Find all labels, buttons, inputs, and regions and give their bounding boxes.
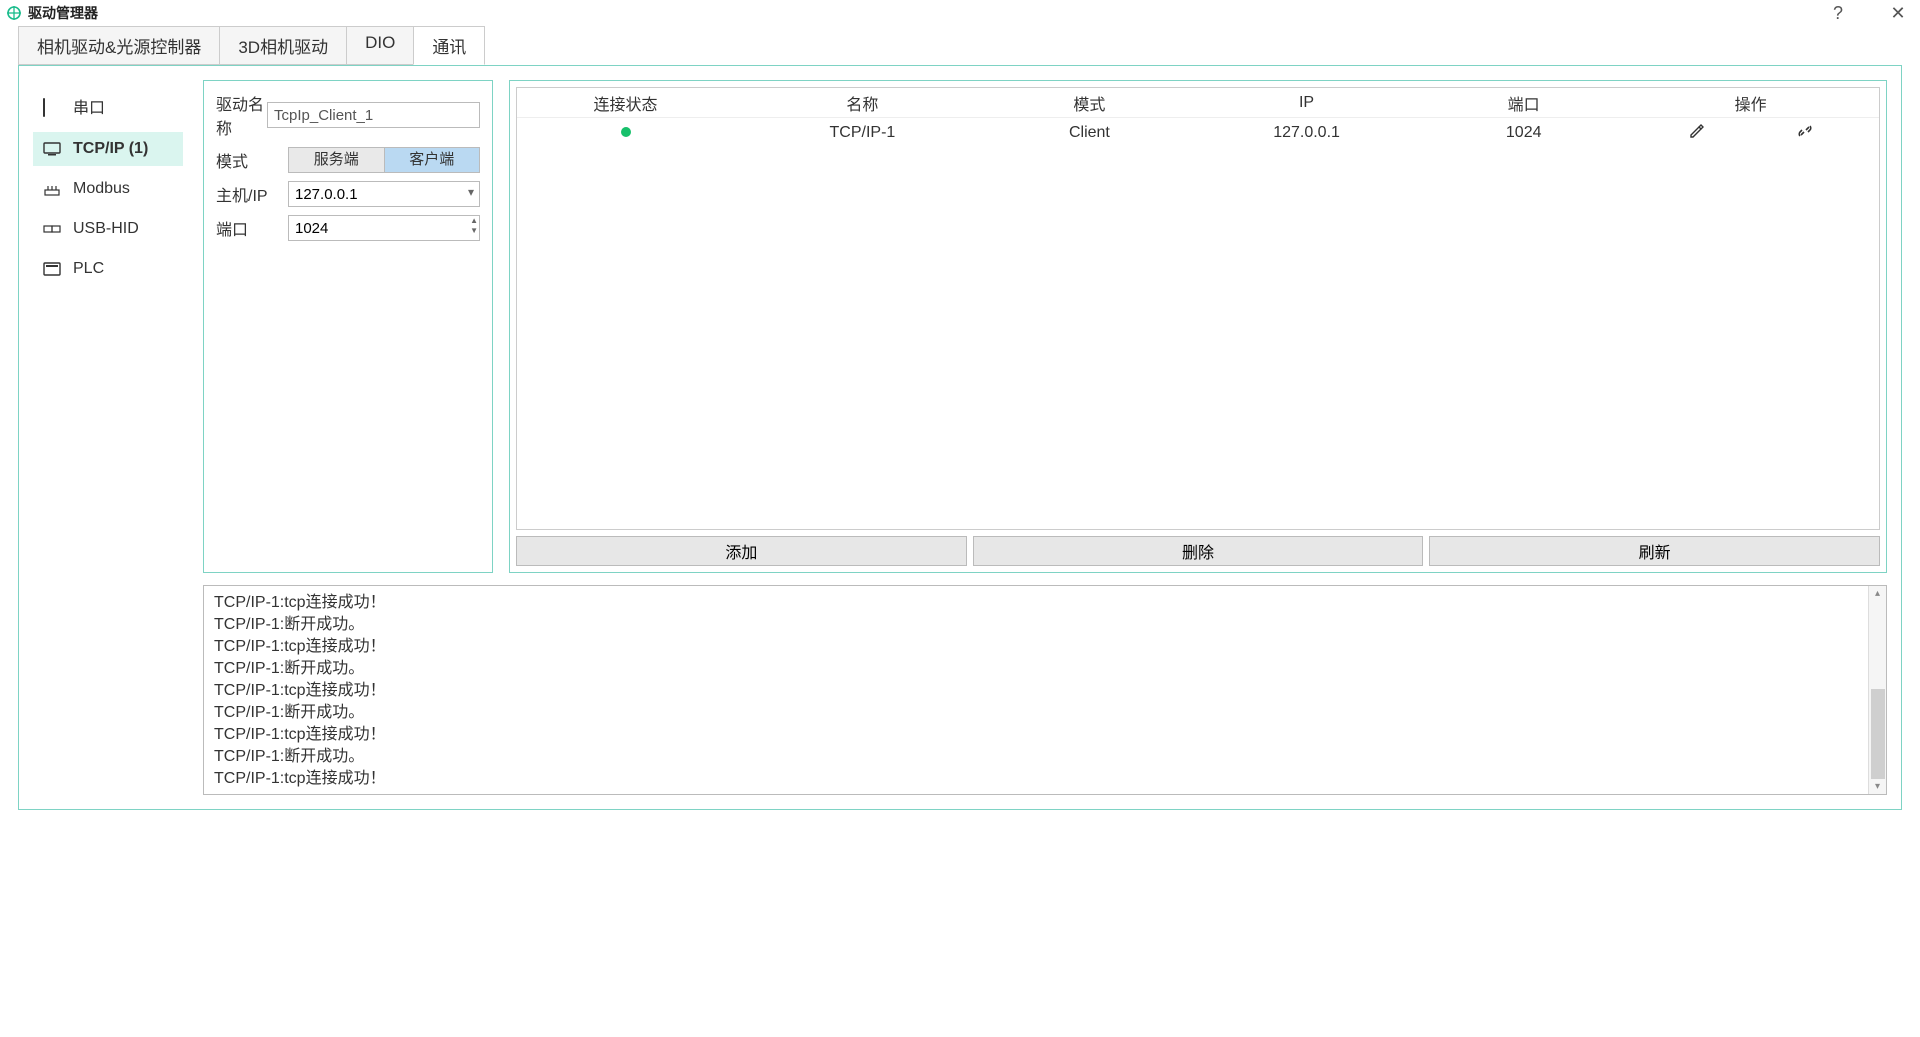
col-port: 端口 [1425,91,1622,115]
tab-communication[interactable]: 通讯 [413,26,485,65]
col-status: 连接状态 [517,91,734,115]
log-panel: TCP/IP-1:tcp连接成功！ TCP/IP-1:断开成功。 TCP/IP-… [203,585,1887,795]
window-title: 驱动管理器 [28,3,98,23]
table-header: 连接状态 名称 模式 IP 端口 操作 [517,88,1879,118]
close-button[interactable]: ✕ [1886,3,1910,24]
cell-mode: Client [991,124,1188,142]
cell-ops [1622,122,1879,145]
status-dot-icon [621,127,631,137]
mode-client-button[interactable]: 客户端 [384,148,480,172]
log-line: TCP/IP-1:tcp连接成功！ [214,768,1858,790]
scroll-up-icon[interactable]: ▴ [1875,588,1880,599]
log-line: TCP/IP-1:tcp连接成功！ [214,592,1858,614]
sidebar-item-label: TCP/IP (1) [73,140,148,158]
app-icon [6,5,22,21]
connections-table: 连接状态 名称 模式 IP 端口 操作 TCP/IP-1 Client 127.… [516,87,1880,530]
driver-form-panel: 驱动名称 模式 服务端 客户端 主机/IP ▾ [203,80,493,573]
add-button[interactable]: 添加 [516,536,967,566]
col-mode: 模式 [991,91,1188,115]
usb-icon [43,222,61,236]
sidebar-item-label: Modbus [73,180,130,198]
cell-port: 1024 [1425,124,1622,142]
protocol-sidebar: 串口 TCP/IP (1) Modbus USB-HID PLC [33,80,183,795]
chevron-down-icon[interactable]: ▾ [468,185,474,199]
mode-server-button[interactable]: 服务端 [289,148,384,172]
tab-camera-light[interactable]: 相机驱动&光源控制器 [18,26,220,65]
host-label: 主机/IP [216,182,288,206]
spin-down-icon[interactable]: ▼ [470,226,478,236]
help-button[interactable]: ? [1826,3,1850,24]
sidebar-item-serial[interactable]: 串口 [33,86,183,126]
sidebar-item-label: 串口 [73,94,105,118]
mode-label: 模式 [216,148,288,172]
log-line: TCP/IP-1:tcp连接成功！ [214,680,1858,702]
serial-icon [43,99,61,113]
driver-name-label: 驱动名称 [216,91,267,139]
log-line: TCP/IP-1:断开成功。 [214,746,1858,768]
modbus-icon [43,182,61,196]
port-input[interactable] [288,215,480,241]
scroll-down-icon[interactable]: ▾ [1875,781,1880,792]
connections-panel: 连接状态 名称 模式 IP 端口 操作 TCP/IP-1 Client 127.… [509,80,1887,573]
log-scrollbar[interactable]: ▴ ▾ [1868,586,1886,794]
spin-up-icon[interactable]: ▲ [470,216,478,226]
col-ip: IP [1188,94,1425,112]
scroll-thumb[interactable] [1871,689,1885,779]
sidebar-item-label: PLC [73,260,104,278]
mode-toggle: 服务端 客户端 [288,147,480,173]
edit-icon[interactable] [1688,122,1706,145]
host-combo[interactable]: ▾ [288,181,480,207]
tab-3d-camera[interactable]: 3D相机驱动 [219,26,347,65]
cell-name: TCP/IP-1 [734,124,991,142]
driver-name-input[interactable] [267,102,480,128]
sidebar-item-modbus[interactable]: Modbus [33,172,183,206]
cell-status [517,124,734,142]
tcpip-icon [43,142,61,156]
port-label: 端口 [216,216,288,240]
sidebar-item-tcpip[interactable]: TCP/IP (1) [33,132,183,166]
log-line: TCP/IP-1:断开成功。 [214,658,1858,680]
plc-icon [43,262,61,276]
sidebar-item-usbhid[interactable]: USB-HID [33,212,183,246]
cell-ip: 127.0.0.1 [1188,124,1425,142]
refresh-button[interactable]: 刷新 [1429,536,1880,566]
tab-dio[interactable]: DIO [346,26,414,65]
log-line: TCP/IP-1:断开成功。 [214,614,1858,636]
col-name: 名称 [734,91,991,115]
table-row[interactable]: TCP/IP-1 Client 127.0.0.1 1024 [517,118,1879,148]
sidebar-item-label: USB-HID [73,220,139,238]
log-line: TCP/IP-1:tcp连接成功！ [214,636,1858,658]
main-tabs: 相机驱动&光源控制器 3D相机驱动 DIO 通讯 [0,26,1920,65]
log-line: TCP/IP-1:断开成功。 [214,702,1858,724]
col-ops: 操作 [1622,91,1879,115]
sidebar-item-plc[interactable]: PLC [33,252,183,286]
port-spinner[interactable]: ▲ ▼ [288,215,480,241]
log-text[interactable]: TCP/IP-1:tcp连接成功！ TCP/IP-1:断开成功。 TCP/IP-… [204,586,1868,794]
host-input[interactable] [288,181,480,207]
content-frame: 串口 TCP/IP (1) Modbus USB-HID PLC [18,65,1902,810]
disconnect-icon[interactable] [1796,122,1814,145]
delete-button[interactable]: 删除 [973,536,1424,566]
log-line: TCP/IP-1:tcp连接成功！ [214,724,1858,746]
title-bar: 驱动管理器 ? ✕ [0,0,1920,26]
